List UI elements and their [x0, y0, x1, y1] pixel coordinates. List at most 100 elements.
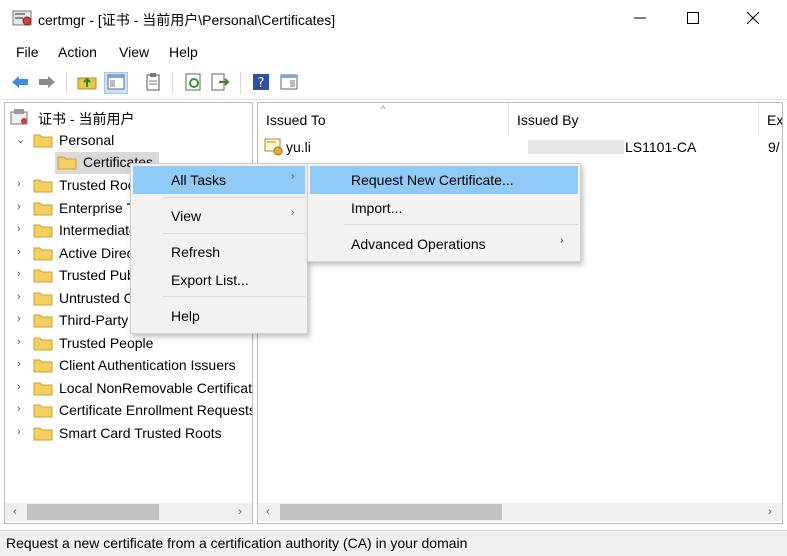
menu-separator	[344, 224, 578, 225]
tree-item-client-auth[interactable]: › Client Authentication Issuers	[5, 355, 252, 377]
chevron-right-icon: ›	[291, 171, 295, 182]
tree-item-label: Local NonRemovable Certificates	[59, 380, 253, 396]
toolbar: ?	[0, 66, 787, 100]
status-bar: Request a new certificate from a certifi…	[0, 530, 787, 556]
forward-arrow-icon	[37, 74, 57, 93]
chevron-right-icon[interactable]: ›	[17, 358, 27, 372]
chevron-right-icon[interactable]: ›	[17, 291, 27, 305]
up-one-level-button[interactable]	[75, 72, 99, 94]
toolbar-separator	[172, 72, 173, 94]
menu-separator	[163, 197, 305, 198]
menu-item-refresh[interactable]: Refresh	[133, 238, 305, 266]
folder-icon	[33, 380, 53, 396]
folder-icon	[33, 222, 53, 238]
tree-item-label: Client Authentication Issuers	[59, 357, 236, 373]
title-bar: certmgr - [证书 - 当前用户\Personal\Certificat…	[0, 0, 787, 38]
chevron-right-icon[interactable]: ›	[17, 381, 27, 395]
export-list-button[interactable]	[209, 72, 233, 94]
folder-open-icon	[57, 154, 77, 170]
svg-text:?: ?	[258, 76, 265, 91]
scroll-right-icon[interactable]: ›	[762, 504, 778, 520]
minimize-icon	[634, 11, 646, 27]
folder-icon	[33, 357, 53, 373]
cell-issued-by: LS1101-CA	[625, 139, 697, 155]
folder-up-icon	[77, 74, 97, 93]
cell-issued-to: yu.li	[286, 139, 311, 155]
toolbar-separator	[240, 72, 241, 94]
maximize-button[interactable]	[668, 0, 718, 38]
properties-button[interactable]	[141, 72, 165, 94]
tree-item-smart-card[interactable]: › Smart Card Trusted Roots	[5, 423, 252, 445]
folder-icon	[33, 132, 53, 148]
refresh-button[interactable]	[182, 72, 206, 94]
tree-item-enrollment-requests[interactable]: › Certificate Enrollment Requests	[5, 400, 252, 422]
minimize-button[interactable]	[615, 0, 665, 38]
menu-separator	[163, 233, 305, 234]
show-hide-console-tree-button[interactable]	[104, 72, 128, 94]
tree-item-personal[interactable]: ⌄ Personal	[5, 130, 252, 152]
menu-view[interactable]: View	[119, 44, 149, 60]
scrollbar-thumb[interactable]	[27, 504, 159, 520]
tree-root-label: 证书 - 当前用户	[38, 111, 135, 127]
tree-root[interactable]: 证书 - 当前用户	[5, 107, 252, 129]
chevron-right-icon[interactable]: ›	[17, 268, 27, 282]
chevron-right-icon[interactable]: ›	[17, 313, 27, 327]
menu-help[interactable]: Help	[169, 44, 198, 60]
folder-icon	[33, 312, 53, 328]
menu-item-help[interactable]: Help	[133, 302, 305, 330]
column-header-expiration[interactable]: Ex	[759, 103, 782, 135]
menu-separator	[163, 296, 305, 297]
menu-item-export-list[interactable]: Export List...	[133, 266, 305, 294]
chevron-right-icon[interactable]: ›	[17, 336, 27, 350]
show-hide-action-pane-button[interactable]	[277, 72, 301, 94]
menu-item-view[interactable]: View ›	[133, 202, 305, 230]
menu-item-import[interactable]: Import...	[310, 194, 578, 222]
scrollbar-thumb[interactable]	[280, 504, 502, 520]
menu-file[interactable]: File	[16, 44, 39, 60]
menu-item-all-tasks[interactable]: All Tasks ›	[133, 166, 305, 194]
clipboard-icon	[145, 72, 161, 94]
tree-item-label: Smart Card Trusted Roots	[59, 425, 222, 441]
column-header-issued-by[interactable]: Issued By	[509, 103, 759, 135]
chevron-right-icon[interactable]: ›	[17, 246, 27, 260]
chevron-right-icon[interactable]: ›	[17, 201, 27, 215]
back-button[interactable]	[8, 72, 32, 94]
certmgr-app-icon	[12, 8, 32, 28]
scroll-right-icon[interactable]: ›	[232, 504, 248, 520]
chevron-right-icon[interactable]: ›	[17, 178, 27, 192]
menu-item-advanced-operations[interactable]: Advanced Operations ›	[310, 230, 578, 258]
folder-icon	[33, 290, 53, 306]
tree-item-local-nonremovable[interactable]: › Local NonRemovable Certificates	[5, 378, 252, 400]
certificates-root-icon	[9, 108, 29, 125]
refresh-icon	[185, 73, 203, 94]
close-button[interactable]	[728, 0, 778, 38]
folder-icon	[33, 402, 53, 418]
chevron-right-icon[interactable]: ›	[17, 426, 27, 440]
export-list-icon	[211, 73, 231, 94]
action-pane-icon	[280, 74, 298, 93]
chevron-right-icon[interactable]: ›	[17, 223, 27, 237]
back-arrow-icon	[10, 74, 30, 93]
folder-icon	[33, 200, 53, 216]
chevron-right-icon: ›	[560, 235, 564, 246]
chevron-right-icon: ›	[291, 207, 295, 218]
cell-expiration: 9/	[768, 139, 780, 155]
scroll-left-icon[interactable]: ‹	[260, 504, 276, 520]
table-row[interactable]: yu.li LS1101-CA 9/	[260, 136, 780, 158]
list-horizontal-scrollbar[interactable]: ‹ ›	[258, 503, 782, 521]
chevron-down-icon[interactable]: ⌄	[16, 133, 26, 147]
folder-icon	[33, 335, 53, 351]
all-tasks-submenu: Request New Certificate... Import... Adv…	[307, 163, 581, 262]
menu-action[interactable]: Action	[58, 44, 97, 60]
chevron-right-icon[interactable]: ›	[17, 403, 27, 417]
context-menu: All Tasks › View › Refresh Export List..…	[130, 163, 308, 334]
scroll-left-icon[interactable]: ‹	[7, 504, 23, 520]
folder-icon	[33, 425, 53, 441]
tree-horizontal-scrollbar[interactable]: ‹ ›	[5, 503, 252, 521]
menu-item-request-new-certificate[interactable]: Request New Certificate...	[310, 166, 578, 194]
help-button[interactable]: ?	[249, 72, 273, 94]
console-tree-icon	[107, 74, 125, 93]
forward-button[interactable]	[35, 72, 59, 94]
tree-item-label: Certificate Enrollment Requests	[59, 402, 253, 418]
tree-item-trusted-people[interactable]: › Trusted People	[5, 333, 252, 355]
